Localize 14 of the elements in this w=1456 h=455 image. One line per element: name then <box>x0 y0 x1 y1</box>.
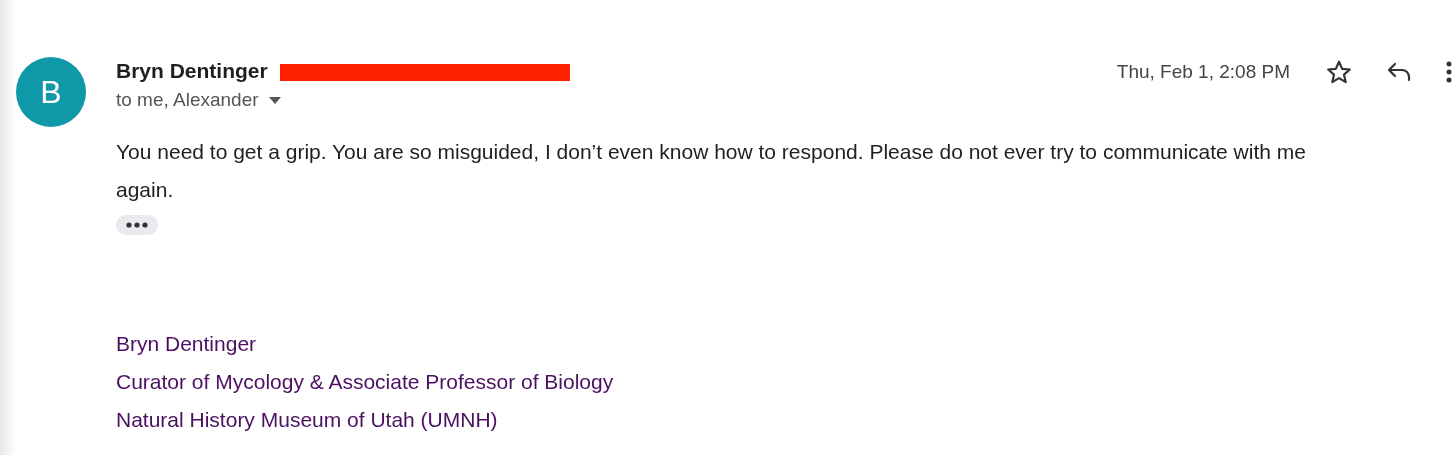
show-trimmed-button[interactable] <box>116 215 158 235</box>
sender-avatar: B <box>16 57 86 127</box>
signature-line: Curator of Mycology & Associate Professor of Biology <box>116 369 615 395</box>
ellipsis-icon <box>126 222 148 228</box>
caret-icon[interactable] <box>268 96 281 104</box>
sender-name: Bryn Dentinger <box>116 59 268 83</box>
signature-line: Bryn Dentinger <box>116 331 258 357</box>
date-text: Thu, Feb 1, 2:08 PM <box>1116 61 1290 83</box>
message-text: You need to get a grip. You are so misguided, I don’t even know how to respond. Please do not ever try to communicate with me again. <box>116 139 1307 203</box>
more-icon[interactable] <box>1446 61 1452 83</box>
signature-line: Natural History Museum of Utah (UMNH) <box>116 407 499 433</box>
reply-icon[interactable] <box>1386 61 1412 83</box>
recipients-text: to me, Alexander <box>116 89 259 111</box>
star-icon[interactable] <box>1326 59 1352 85</box>
